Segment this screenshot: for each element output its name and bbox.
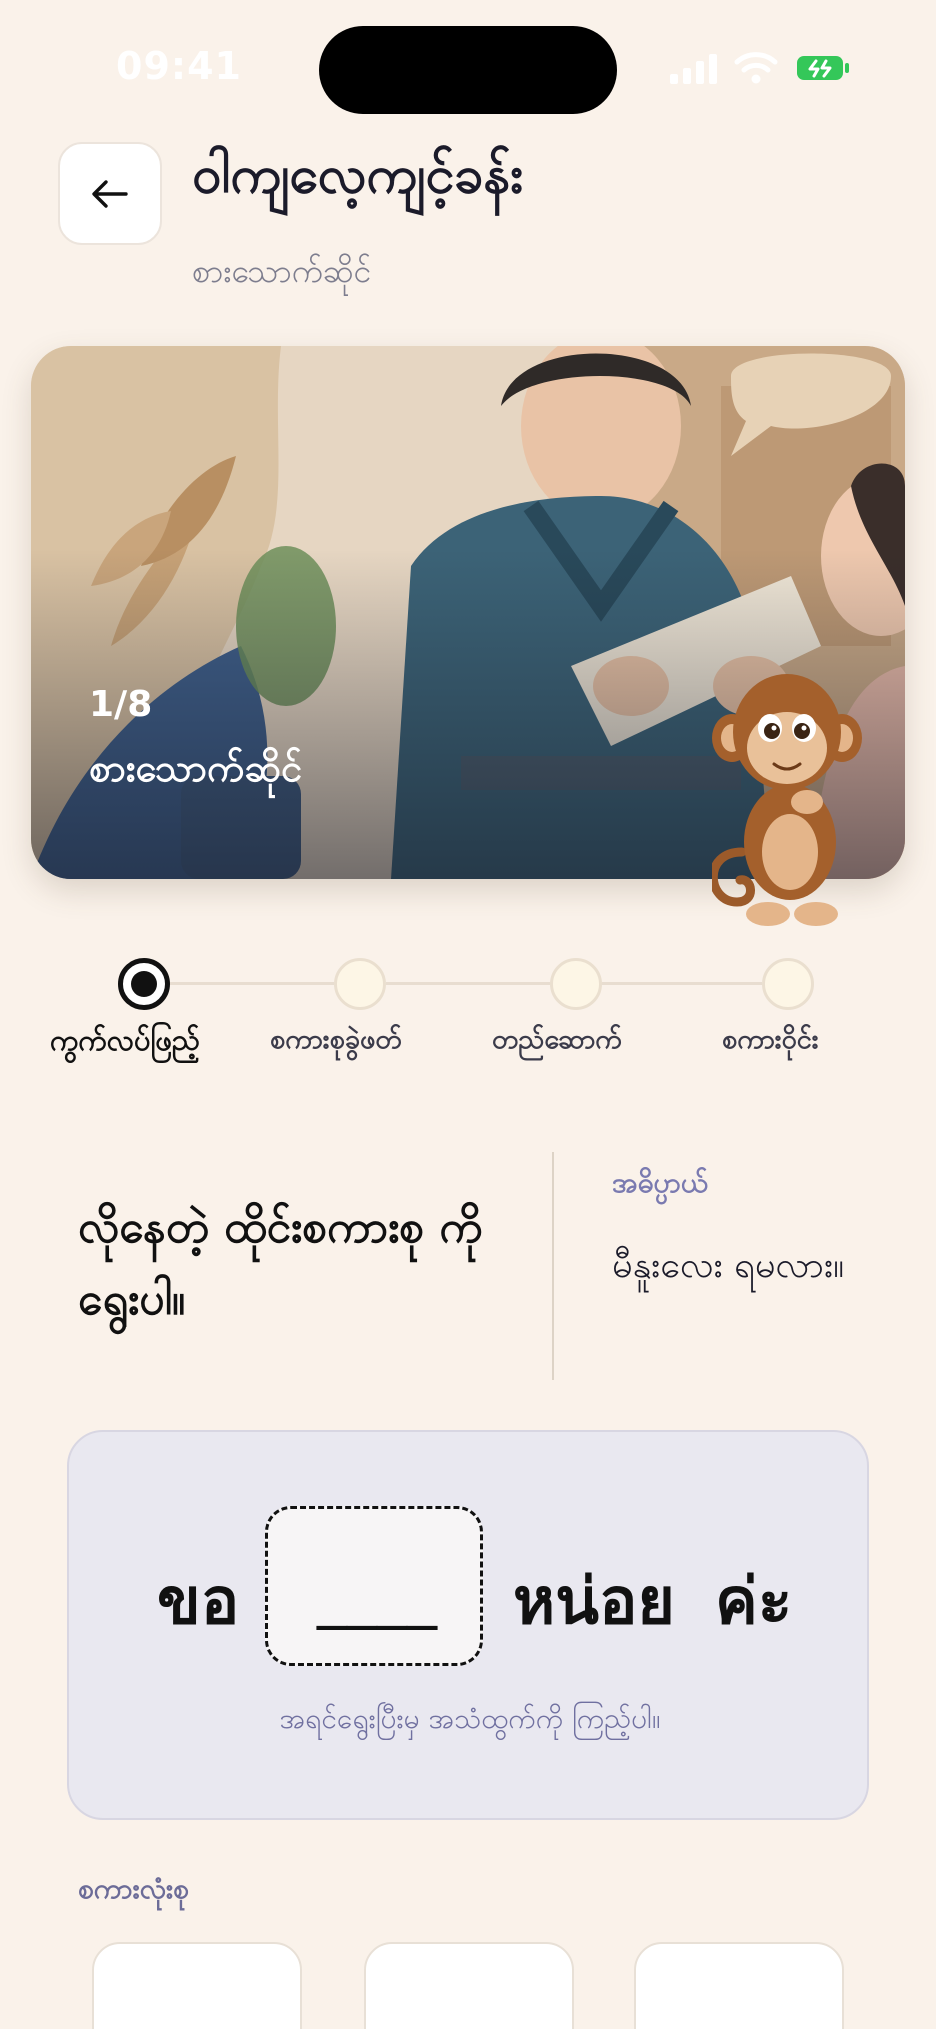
step-label-conversation[interactable]: စကားဝိုင်း <box>722 1022 819 1062</box>
step-dot-fill-blank[interactable] <box>118 958 170 1010</box>
battery-icon <box>797 56 849 80</box>
monkey-mascot-icon <box>712 674 862 926</box>
step-connector <box>602 982 762 985</box>
dynamic-island <box>319 26 617 114</box>
step-connector <box>386 982 550 985</box>
signal-icon <box>670 54 720 84</box>
wifi-icon <box>734 52 778 84</box>
sentence-word: ค่ะ <box>715 1565 793 1639</box>
step-label-phrase-split[interactable]: စကားစုခွဲဖတ် <box>270 1022 402 1062</box>
hero-counter: 1/8 <box>89 684 153 725</box>
exercise-prompt: လိုနေတဲ့ ထိုင်းစကားစု ကို ရွေးပါ။ <box>78 1202 483 1325</box>
sentence-hint: အရင်ရွေးပြီးမှ အသံထွက်ကို ကြည့်ပါ။ <box>279 1702 661 1735</box>
meaning-label: အဓိပ္ပာယ် <box>612 1166 709 1199</box>
blank-slot[interactable]: ____ <box>265 1506 483 1666</box>
sentence-word: หน่อย <box>513 1565 675 1639</box>
step-dot-conversation[interactable] <box>762 958 814 1010</box>
step-label-fill-blank[interactable]: ကွက်လပ်ဖြည့် <box>50 1022 200 1065</box>
word-bank-chip[interactable] <box>364 1942 574 2029</box>
status-time: 09:41 <box>116 44 242 88</box>
page-subtitle: စားသောက်ဆိုင် <box>192 252 372 290</box>
sentence-card: ขอ ____ หน่อย ค่ะ အရင်ရွေးပြီးမှ အသံထွက်… <box>67 1430 869 1820</box>
progress-stepper: ကွက်လပ်ဖြည့် စကားစုခွဲဖတ် တည်ဆောက် စကားဝ… <box>0 940 936 1080</box>
step-connector <box>168 982 334 985</box>
page-title: ဝါကျလေ့ကျင့်ခန်း <box>192 145 524 205</box>
step-dot-phrase-split[interactable] <box>334 958 386 1010</box>
step-label-build[interactable]: တည်ဆောက် <box>492 1022 622 1062</box>
arrow-left-icon <box>92 179 128 208</box>
word-bank-chip[interactable] <box>92 1942 302 2029</box>
blank-placeholder: ____ <box>317 1561 437 1631</box>
divider <box>552 1152 554 1380</box>
word-bank-label: စကားလုံးစု <box>78 1872 189 1905</box>
status-bar: 09:41 <box>0 0 936 130</box>
sentence-word: ขอ <box>157 1565 240 1639</box>
back-button[interactable] <box>58 142 162 245</box>
hero-title: စားသောက်ဆိုင် <box>89 746 303 790</box>
meaning-text: မီနူးလေး ရမလား။ <box>612 1245 845 1286</box>
word-bank-chip[interactable] <box>634 1942 844 2029</box>
step-dot-build[interactable] <box>550 958 602 1010</box>
sentence-row: ขอ ____ หน่อย ค่ะ <box>69 1506 871 1666</box>
